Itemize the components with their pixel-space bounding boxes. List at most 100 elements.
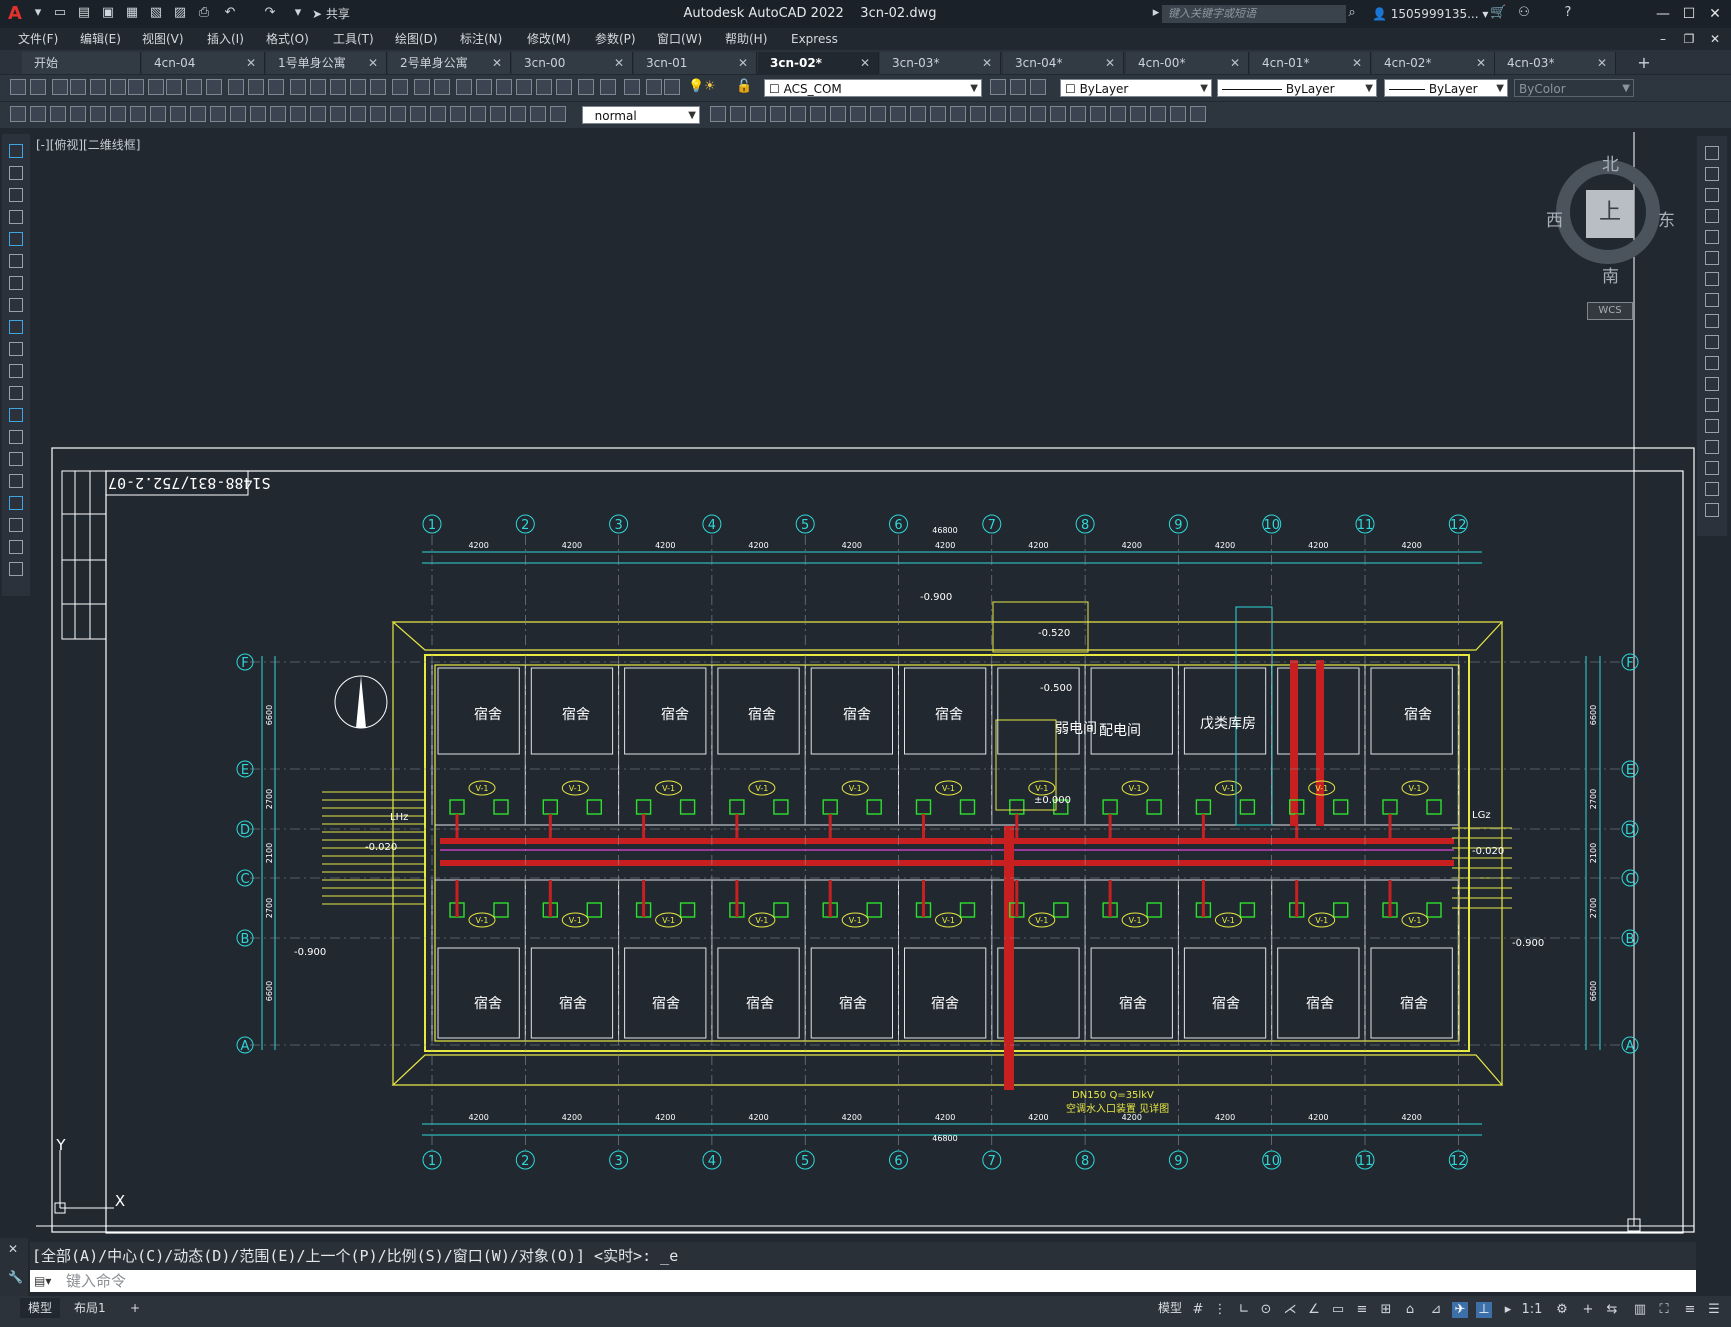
pipe-spec-label: DN150 Q=35lkV (1072, 1090, 1154, 1101)
span-dim: 4200 (935, 1113, 955, 1122)
axis-label: 1 (428, 518, 436, 533)
valve-tag-label: V-1 (1409, 784, 1422, 793)
level-label: -0.020 (365, 842, 397, 853)
room-label: 宿舍 (559, 995, 587, 1012)
fan-coil-unit (1146, 902, 1162, 918)
span-dim: 4200 (655, 541, 675, 550)
fan-coil-unit (1053, 902, 1069, 918)
side-dim: 2100 (1589, 843, 1598, 863)
status-toggle-icon[interactable]: ▥ (1632, 1302, 1648, 1318)
level-label: -0.900 (294, 947, 326, 958)
room-label: 宿舍 (1400, 995, 1428, 1012)
status-toggle-icon[interactable]: ⊿ (1428, 1302, 1444, 1318)
title-block-strip (61, 470, 249, 640)
span-dim: 4200 (562, 541, 582, 550)
status-toggle-icon[interactable]: ☰ (1706, 1302, 1722, 1318)
fan-coil-unit (449, 799, 465, 815)
axis-label: 4 (708, 1154, 716, 1169)
command-input[interactable]: ▤▾ 键入命令 (30, 1270, 1696, 1292)
side-dim: 2700 (265, 898, 274, 918)
room (1090, 947, 1173, 1039)
viewcube-east[interactable]: 东 (1658, 206, 1675, 231)
status-toggle-icon[interactable]: ⌂ (1402, 1302, 1418, 1318)
valve-tag-label: V-1 (1315, 784, 1328, 793)
wcs-menu[interactable]: WCS (1587, 302, 1633, 320)
span-dim: 4200 (1215, 541, 1235, 550)
axis-label: A (1626, 1039, 1635, 1054)
axis-label: C (240, 872, 249, 887)
status-toggle-icon[interactable]: ⊙ (1258, 1302, 1274, 1318)
valve-tag-label: V-1 (1129, 916, 1142, 925)
axis-label: 4 (708, 518, 716, 533)
status-toggle-icon[interactable]: ∠ (1306, 1302, 1322, 1318)
valve-tag-label: V-1 (849, 784, 862, 793)
tab-layout1[interactable]: 布局1 (66, 1298, 114, 1318)
command-placeholder: 键入命令 (66, 1272, 127, 1290)
axis-label: D (1625, 823, 1635, 838)
level-label: -0.020 (1472, 846, 1504, 857)
status-toggle-icon[interactable]: # (1190, 1302, 1206, 1318)
fan-coil-unit (1332, 902, 1349, 918)
add-layout-icon[interactable]: + (122, 1298, 148, 1318)
viewcube-north[interactable]: 北 (1602, 150, 1619, 175)
fan-coil-unit (866, 799, 882, 815)
side-dim: 2100 (265, 843, 274, 863)
viewcube-west[interactable]: 西 (1546, 206, 1563, 231)
fan-coil-unit (915, 799, 932, 815)
room-label: 宿舍 (843, 706, 871, 723)
span-dim: 4200 (1122, 541, 1142, 550)
axis-label: 3 (614, 518, 622, 533)
command-close-icon[interactable]: ✕ (8, 1242, 18, 1256)
axis-label: 6 (894, 1154, 902, 1169)
status-toggle-icon[interactable]: ▭ (1330, 1302, 1346, 1318)
ucs-icon (54, 1150, 114, 1214)
fan-coil-unit (1239, 799, 1256, 815)
room-label: 配电间 (1099, 723, 1141, 739)
room-label: 宿舍 (1119, 995, 1147, 1012)
fan-coil-unit (1009, 799, 1025, 815)
axis-label: E (1626, 763, 1634, 778)
status-toggle-icon[interactable]: ⚙ (1554, 1302, 1570, 1318)
corridor-pipes (440, 660, 1454, 1090)
axis-label: 7 (988, 1154, 996, 1169)
fan-coil-unit (679, 799, 696, 815)
level-label: -0.900 (1512, 938, 1544, 949)
level-label: ±0.000 (1034, 795, 1071, 806)
command-settings-icon[interactable]: 🔧 (8, 1270, 23, 1284)
status-toggle-icon[interactable]: ≡ (1682, 1302, 1698, 1318)
status-toggle-icon[interactable]: ⇆ (1604, 1302, 1620, 1318)
status-toggle-icon[interactable]: ✈ (1452, 1302, 1468, 1318)
ucs-x-label: X (115, 1192, 125, 1210)
fan-coil-unit (586, 902, 602, 918)
status-toggle-icon[interactable]: ⛶ (1656, 1302, 1672, 1318)
model-space-toggle[interactable]: 模型 (1150, 1298, 1190, 1318)
axis-label: C (1625, 872, 1634, 887)
fan-coil-unit (773, 902, 789, 918)
inlet-label: 空调水入口装置 见详图 (1066, 1102, 1169, 1115)
axis-label: 7 (988, 518, 996, 533)
status-toggle-icon[interactable]: ⋌ (1282, 1302, 1298, 1318)
status-bar (0, 1296, 1731, 1327)
side-dim: 2700 (265, 789, 274, 809)
status-toggle-icon[interactable]: ≡ (1354, 1302, 1370, 1318)
fan-coil-unit (822, 799, 838, 815)
recent-commands-icon[interactable]: ▤▾ (34, 1270, 51, 1292)
span-dim: 4200 (842, 541, 862, 550)
fan-coil-unit (1195, 799, 1212, 815)
status-toggle-icon[interactable]: + (1580, 1302, 1596, 1318)
status-toggle-icon[interactable]: ⋮ (1212, 1302, 1228, 1318)
axis-label: D (240, 823, 250, 838)
viewcube-top-face[interactable]: 上 (1586, 190, 1634, 238)
fan-coil-unit (1426, 799, 1442, 815)
tab-model[interactable]: 模型 (20, 1298, 61, 1318)
valve-tag-label: V-1 (942, 916, 955, 925)
viewcube-south[interactable]: 南 (1602, 262, 1619, 287)
room (717, 947, 800, 1039)
status-toggle-icon[interactable]: ⊞ (1378, 1302, 1394, 1318)
room-label: 宿舍 (746, 995, 774, 1012)
annotation-scale[interactable]: 1:1 (1518, 1302, 1546, 1318)
status-toggle-icon[interactable]: ▸ (1500, 1302, 1516, 1318)
status-toggle-icon[interactable]: ∟ (1236, 1302, 1252, 1318)
status-toggle-icon[interactable]: ⊥ (1476, 1302, 1492, 1318)
command-line-handle[interactable]: ✕ 🔧 (0, 1238, 28, 1296)
